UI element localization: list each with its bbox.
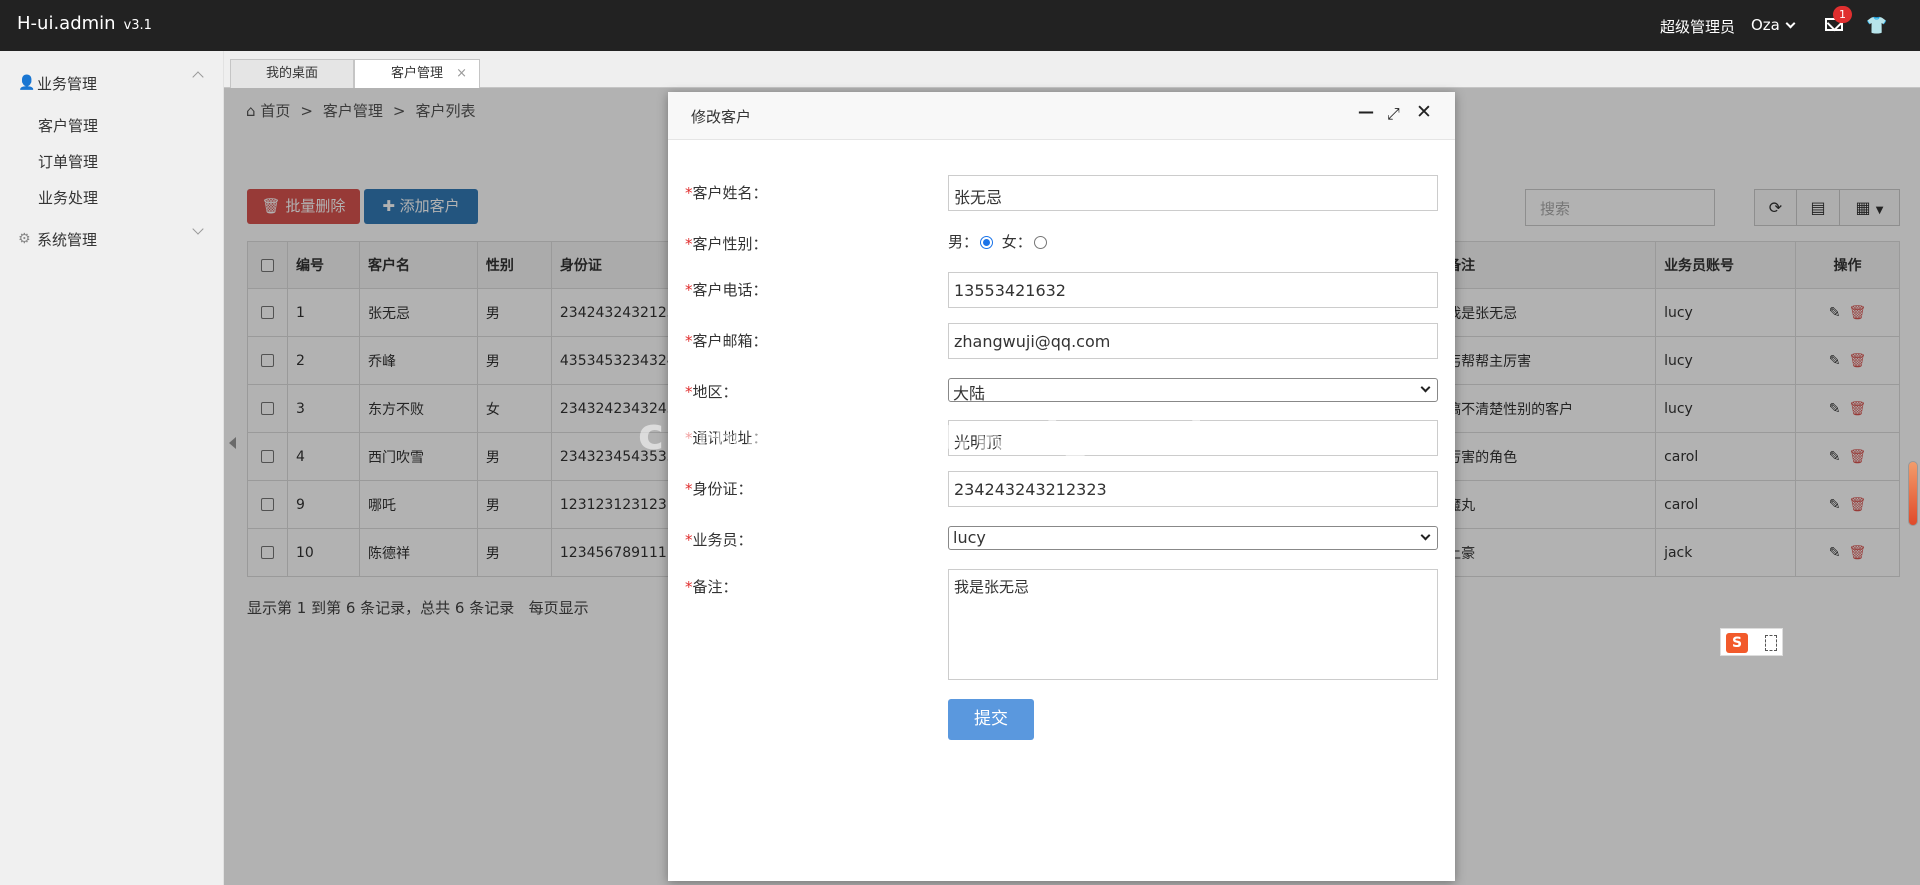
required-mark: * [685,531,693,549]
gender-male-label: 男： [948,233,979,251]
phone-label: *客户电话： [685,279,768,300]
email-label: *客户邮箱： [685,330,768,351]
user-menu[interactable]: Oza [1751,16,1796,34]
chevron-down-icon [1785,18,1796,29]
gender-male-radio[interactable] [980,236,994,249]
mail-badge: 1 [1833,6,1852,23]
skin-icon[interactable]: 👕 [1866,16,1887,36]
watermark-text: cn围观客www.weiguanke.cn [638,409,1326,460]
modal-title: 修改客户 [691,108,752,126]
required-mark: * [685,281,693,299]
sidebar-group-system[interactable]: ⚙ 系统管理 [0,219,224,255]
label-text: 业务员： [692,531,753,549]
email-input[interactable]: zhangwuji@qq.com [948,323,1438,359]
brand-version: v3.1 [123,18,152,33]
top-navbar: H-ui.admin v3.1 超级管理员 Oza 1 👕 [0,0,1920,51]
brand-name: H-ui.admin [17,13,116,34]
label-text: 客户邮箱： [692,332,768,350]
name-label: *客户姓名： [685,182,768,203]
note-label: *备注： [685,576,738,597]
gender-label: *客户性别： [685,233,768,254]
tab-label: 我的桌面 [265,66,318,81]
tab-bar: 我的桌面 客户管理 × [224,51,1920,88]
required-mark: * [685,184,693,202]
idcard-label: *身份证： [685,478,753,499]
close-icon[interactable]: ✕ [1416,101,1432,123]
label-text: 客户姓名： [692,184,768,202]
name-input[interactable]: 张无忌 [948,175,1438,211]
ime-option-icon [1765,635,1777,651]
agent-selected-value: lucy [953,528,986,547]
sidebar-item-customers[interactable]: 客户管理 [38,115,98,136]
gear-icon: ⚙ [18,231,31,247]
required-mark: * [685,480,693,498]
user-icon: 👤 [18,75,36,91]
ime-toolbar[interactable]: S [1720,628,1783,656]
gender-radio-group: 男： 女： [948,231,1051,252]
tab-desktop[interactable]: 我的桌面 [230,59,354,88]
idcard-input[interactable]: 234243243212323 [948,471,1438,507]
sidebar-group-business[interactable]: 👤 业务管理 [0,63,224,99]
sidebar-item-business-process[interactable]: 业务处理 [38,187,98,208]
note-textarea[interactable]: 我是张无忌 [948,569,1438,680]
sogou-icon: S [1726,633,1748,653]
required-mark: * [685,235,693,253]
chevron-up-icon [192,71,204,83]
label-text: 备注： [692,578,738,596]
agent-select[interactable]: lucy [948,526,1438,550]
agent-label: *业务员： [685,529,753,550]
sidebar: 👤 业务管理 客户管理 订单管理 业务处理 ⚙ 系统管理 [0,51,224,885]
sidebar-group-label: 业务管理 [37,75,98,93]
required-mark: * [685,578,693,596]
user-role: 超级管理员 [1660,18,1736,36]
phone-input[interactable]: 13553421632 [948,272,1438,308]
scroll-indicator[interactable] [1908,461,1918,526]
brand-logo[interactable]: H-ui.admin v3.1 [17,13,152,34]
label-text: 身份证： [692,480,753,498]
maximize-icon[interactable]: ⤢ [1387,104,1400,124]
close-icon[interactable]: × [456,60,467,88]
chevron-down-icon [1420,530,1431,541]
tab-label: 客户管理 [390,66,443,81]
required-mark: * [685,332,693,350]
sidebar-item-orders[interactable]: 订单管理 [38,151,98,172]
gender-female-radio[interactable] [1033,236,1047,249]
modal-header: 修改客户 — ⤢ ✕ [668,92,1455,140]
sidebar-group-label: 系统管理 [37,231,98,249]
tab-customer-management[interactable]: 客户管理 × [354,59,480,88]
chevron-down-icon [192,223,204,235]
submit-button[interactable]: 提交 [948,699,1034,740]
label-text: 客户电话： [692,281,768,299]
username: Oza [1751,16,1780,34]
chevron-down-icon [1420,382,1431,393]
edit-customer-modal: 修改客户 — ⤢ ✕ *客户姓名： 张无忌 *客户性别： 男： 女： *客户电话… [668,92,1455,881]
gender-female-label: 女： [1001,233,1032,251]
label-text: 客户性别： [692,235,768,253]
minimize-icon[interactable]: — [1358,102,1374,121]
